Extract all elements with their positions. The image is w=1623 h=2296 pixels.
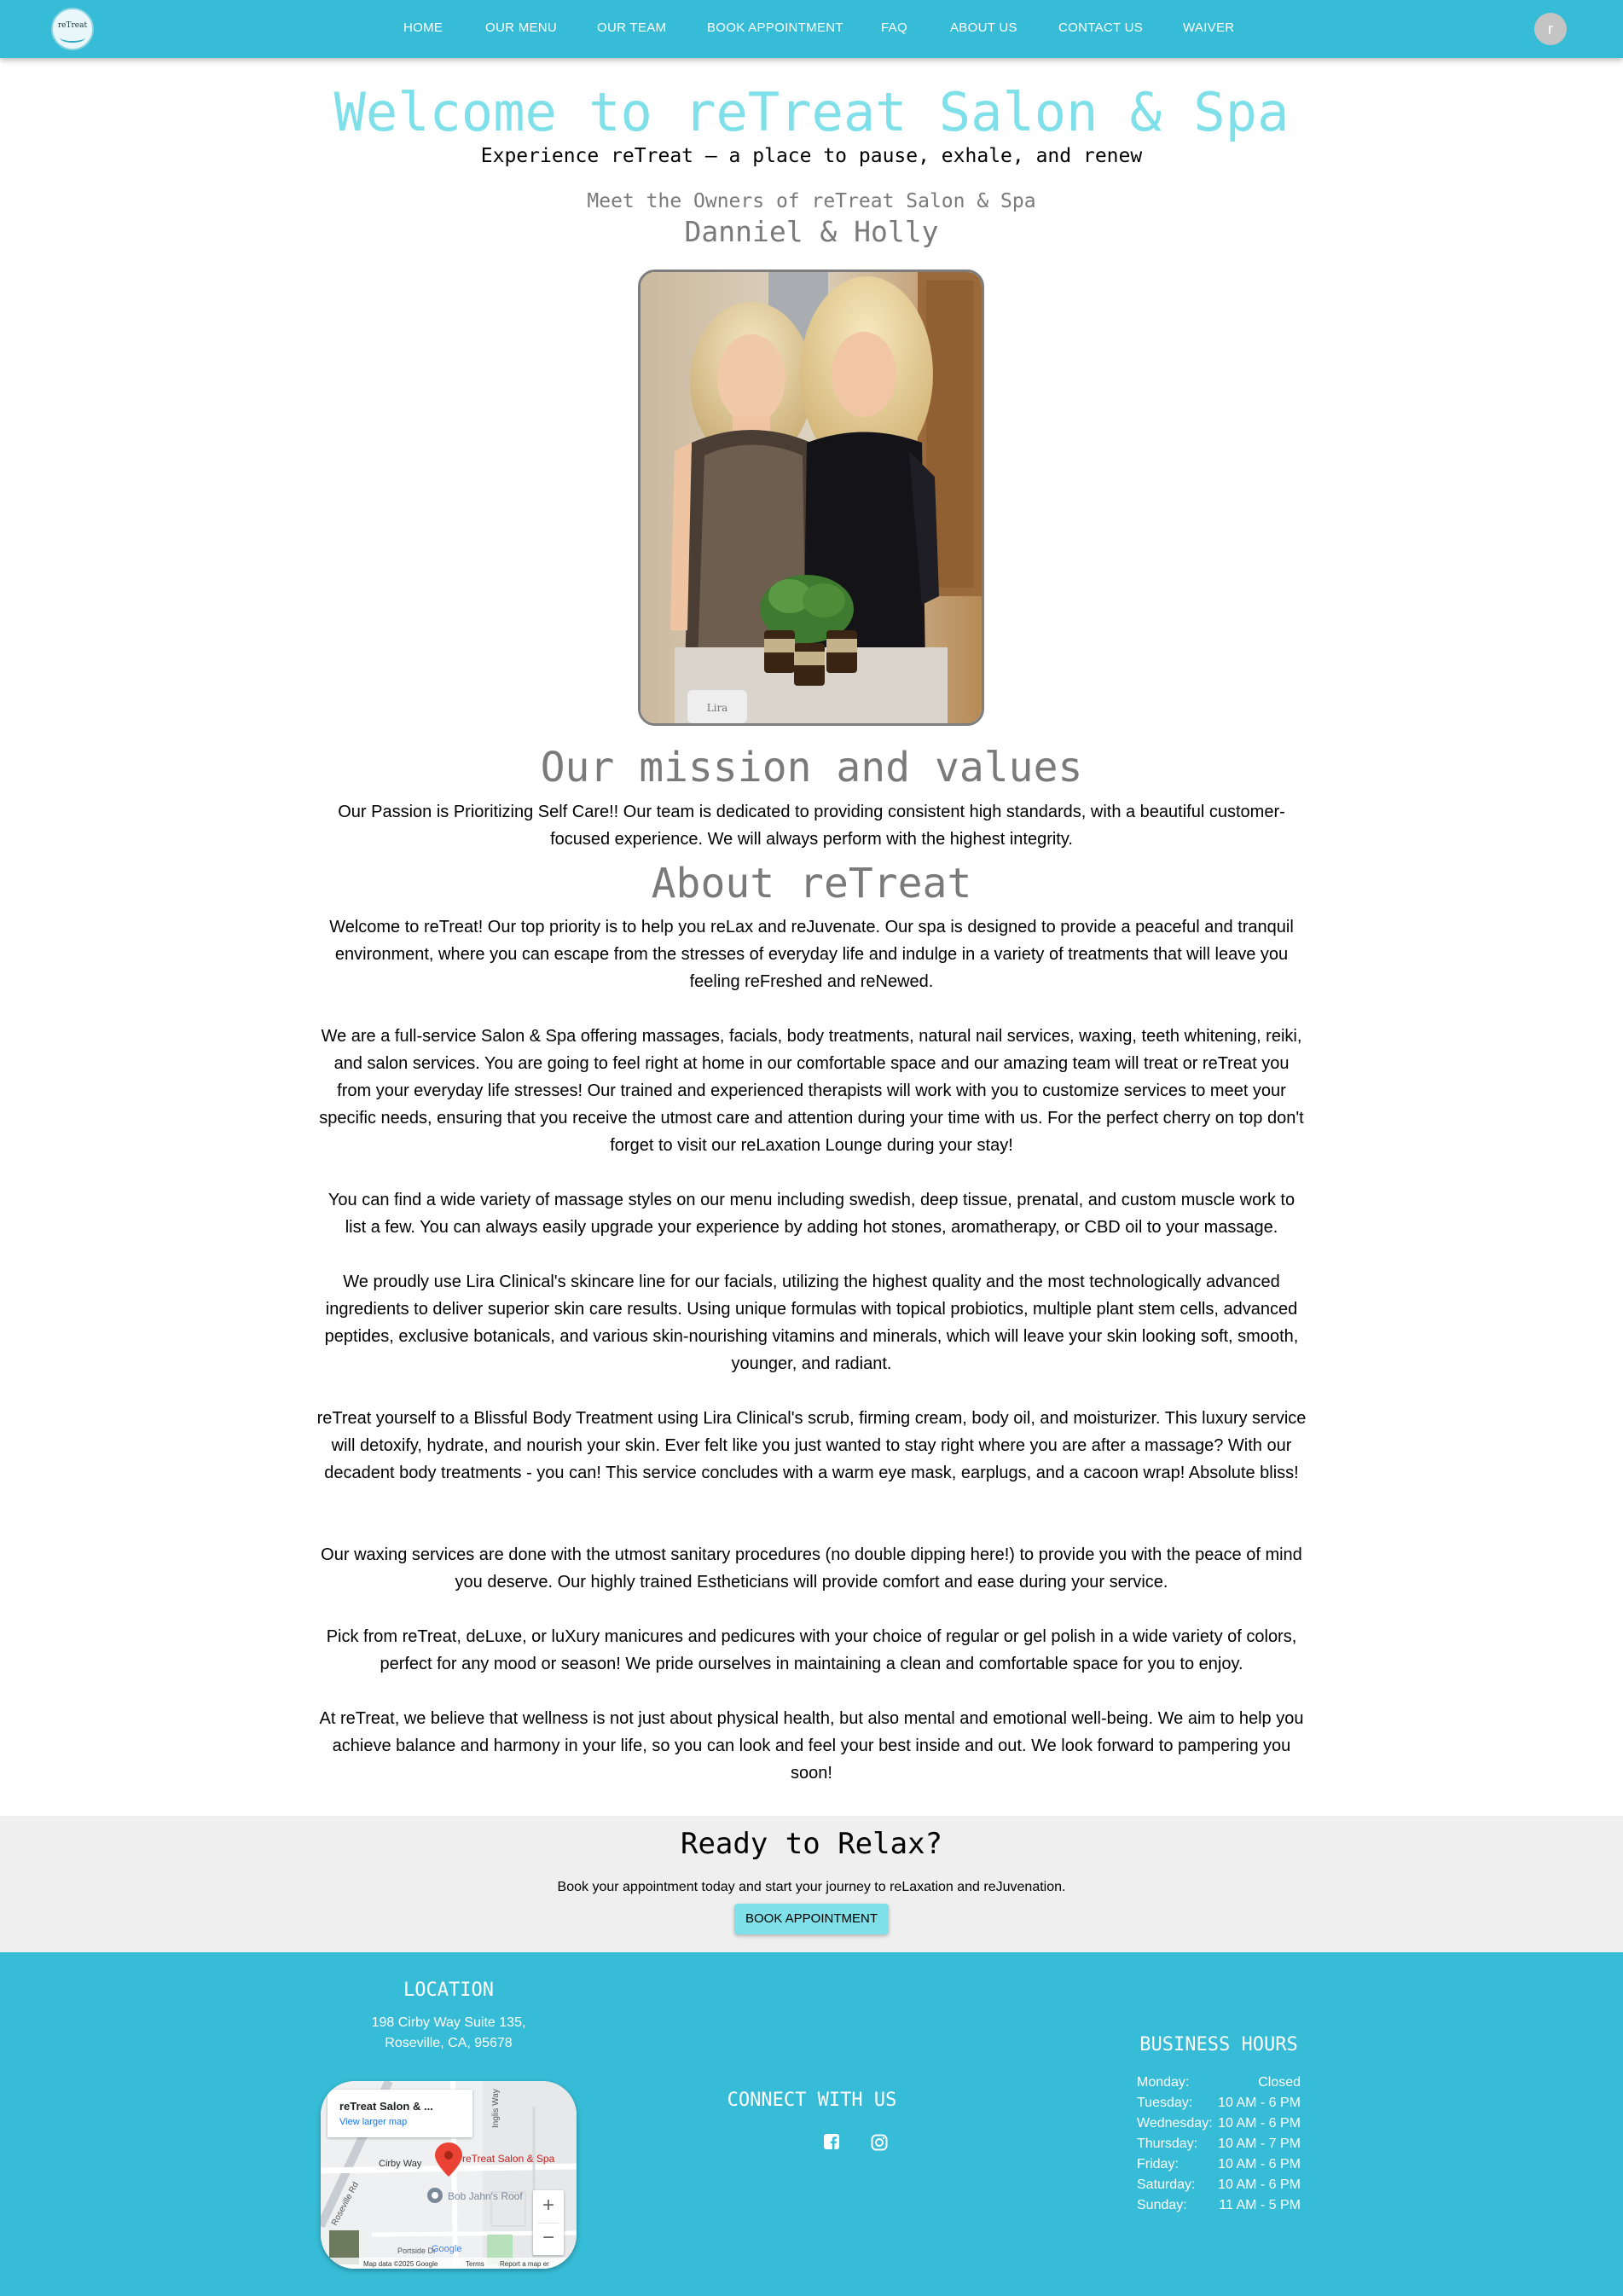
address-line-1: 198 Cirby Way Suite 135,: [371, 2015, 526, 2030]
pin-label: reTreat Salon & Spa: [462, 2153, 555, 2165]
owners-intro: Meet the Owners of reTreat Salon & Spa: [587, 190, 1036, 212]
about-paragraph: Pick from reTreat, deLuxe, or luXury man…: [326, 1627, 1297, 1673]
map-info-card: reTreat Salon & ... View larger map: [327, 2090, 472, 2137]
footer: [0, 1952, 1623, 2296]
hours-row: Tuesday: 10 AM - 6 PM: [1137, 2096, 1301, 2116]
map-attribution: Map data ©2025 Google: [363, 2260, 438, 2268]
owners-names: Danniel & Holly: [684, 215, 939, 248]
owners-photo: Lira: [638, 270, 984, 726]
map-report-link[interactable]: Report a map er: [500, 2260, 549, 2268]
book-appointment-button[interactable]: BOOK APPOINTMENT: [734, 1904, 889, 1934]
hours-time: 10 AM - 7 PM: [1218, 2137, 1301, 2151]
nav-book-appointment[interactable]: BOOK APPOINTMENT: [707, 20, 843, 35]
hours-time: 10 AM - 6 PM: [1218, 2116, 1301, 2131]
zoom-out-button[interactable]: −: [533, 2226, 564, 2250]
map-zoom-controls: + −: [533, 2190, 564, 2255]
mission-text: Our Passion is Prioritizing Self Care!! …: [338, 803, 1285, 849]
location-title: LOCATION: [403, 1980, 494, 2001]
hours-time: Closed: [1258, 2075, 1301, 2090]
zoom-in-button[interactable]: +: [533, 2194, 564, 2218]
business-hours-title: BUSINESS HOURS: [1139, 2034, 1298, 2055]
connect-title: CONNECT WITH US: [727, 2090, 897, 2111]
address-line-2: Roseville, CA, 95678: [385, 2036, 513, 2050]
hours-time: 10 AM - 6 PM: [1218, 2096, 1301, 2110]
top-navigation-bar: reTreat HOME OUR MENU OUR TEAM BOOK APPO…: [0, 0, 1623, 58]
street-label: Cirby Way: [379, 2159, 422, 2169]
nav-faq[interactable]: FAQ: [881, 20, 907, 35]
about-paragraph: Our waxing services are done with the ut…: [321, 1545, 1302, 1592]
hours-day: Monday:: [1137, 2075, 1190, 2090]
page-tagline: Experience reTreat — a place to pause, e…: [480, 145, 1143, 167]
mission-title: Our mission and values: [540, 744, 1083, 791]
view-larger-map-link[interactable]: View larger map: [339, 2117, 407, 2127]
nav-our-team[interactable]: OUR TEAM: [597, 20, 666, 35]
hours-row: Saturday: 10 AM - 6 PM: [1137, 2177, 1301, 2198]
hours-row: Thursday: 10 AM - 7 PM: [1137, 2137, 1301, 2157]
nav-waiver[interactable]: WAIVER: [1183, 20, 1234, 35]
about-title: About reTreat: [651, 860, 972, 907]
main-nav: HOME OUR MENU OUR TEAM BOOK APPOINTMENT …: [0, 0, 1623, 58]
owners-photo-image: Lira: [641, 272, 982, 723]
hours-day: Thursday:: [1137, 2137, 1198, 2151]
nav-about-us[interactable]: ABOUT US: [950, 20, 1017, 35]
cta-title: Ready to Relax?: [680, 1827, 943, 1861]
hours-row: Wednesday: 10 AM - 6 PM: [1137, 2116, 1301, 2137]
about-paragraph: reTreat yourself to a Blissful Body Trea…: [316, 1409, 1307, 1482]
hours-row: Friday: 10 AM - 6 PM: [1137, 2157, 1301, 2177]
page-title: Welcome to reTreat Salon & Spa: [333, 81, 1290, 143]
nav-our-menu[interactable]: OUR MENU: [485, 20, 557, 35]
map-place-name: reTreat Salon & ...: [339, 2100, 433, 2113]
hours-time: 10 AM - 6 PM: [1218, 2177, 1301, 2192]
hours-row: Sunday: 11 AM - 5 PM: [1137, 2198, 1301, 2218]
map-terms-link[interactable]: Terms: [466, 2260, 484, 2268]
hours-row: Monday: Closed: [1137, 2075, 1301, 2096]
hours-time: 11 AM - 5 PM: [1219, 2198, 1301, 2212]
about-paragraph: At reTreat, we believe that wellness is …: [319, 1709, 1304, 1783]
photo-sign-text: Lira: [707, 702, 728, 714]
about-paragraph: We proudly use Lira Clinical's skincare …: [324, 1273, 1299, 1373]
cta-text: Book your appointment today and start yo…: [557, 1880, 1066, 1894]
hours-day: Wednesday:: [1137, 2116, 1213, 2131]
hours-day: Sunday:: [1137, 2198, 1187, 2212]
nav-contact-us[interactable]: CONTACT US: [1058, 20, 1143, 35]
user-avatar[interactable]: r: [1534, 13, 1567, 45]
street-label: Inglis Way: [491, 2089, 501, 2128]
facebook-icon[interactable]: [824, 2134, 839, 2149]
nav-home[interactable]: HOME: [403, 20, 443, 35]
zoom-divider: [538, 2223, 559, 2224]
hours-time: 10 AM - 6 PM: [1218, 2157, 1301, 2171]
about-paragraph: You can find a wide variety of massage s…: [327, 1191, 1296, 1237]
instagram-icon[interactable]: [871, 2134, 888, 2151]
business-hours-list: Monday: Closed Tuesday: 10 AM - 6 PM Wedne…: [1137, 2075, 1301, 2218]
google-map[interactable]: Cirby Way Inglis Way Roseville Rd Portsi…: [321, 2081, 577, 2269]
hours-day: Tuesday:: [1137, 2096, 1193, 2110]
hours-day: Friday:: [1137, 2157, 1179, 2171]
google-logo: Google: [432, 2244, 461, 2254]
hours-day: Saturday:: [1137, 2177, 1196, 2192]
about-paragraph: We are a full-service Salon & Spa offeri…: [319, 1027, 1304, 1155]
about-paragraph: Welcome to reTreat! Our top priority is …: [329, 918, 1294, 991]
poi-label: Bob Jahn's Roof: [448, 2190, 523, 2202]
street-label: Portside Dr: [397, 2247, 436, 2255]
